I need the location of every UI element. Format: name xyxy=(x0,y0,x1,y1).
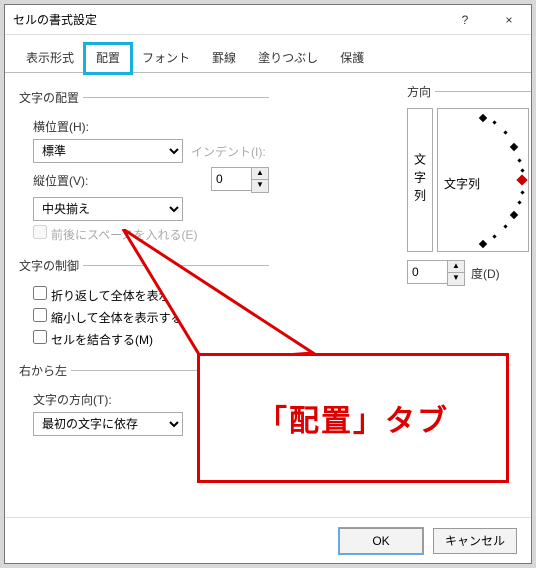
merge-checkbox[interactable] xyxy=(33,330,47,344)
degree-spinner[interactable]: ▲▼ xyxy=(407,260,465,286)
degree-input[interactable] xyxy=(407,260,447,284)
window-title: セルの書式設定 xyxy=(13,11,443,28)
dialog-content: 文字の配置 横位置(H): 標準 インデント(I): 縦位置(V): ▲▼ 中央… xyxy=(5,73,531,517)
vert-label: 縦位置(V): xyxy=(33,172,88,189)
textdir-select[interactable]: 最初の文字に依存 xyxy=(33,412,183,436)
justify-distrib-row: 前後にスペースを入れる(E) xyxy=(33,225,198,243)
tab-fill[interactable]: 塗りつぶし xyxy=(247,44,329,73)
indent-spinner[interactable]: ▲▼ xyxy=(211,167,269,193)
annotation-text: 「配置」タブ xyxy=(257,396,449,440)
orientation-vertical-button[interactable]: 文字列 xyxy=(407,108,433,252)
titlebar: セルの書式設定 ? × xyxy=(5,5,531,35)
help-button[interactable]: ? xyxy=(443,5,487,35)
horiz-label: 横位置(H): xyxy=(33,118,89,135)
tab-number[interactable]: 表示形式 xyxy=(15,44,85,73)
justify-checkbox xyxy=(33,225,47,239)
spin-up-icon[interactable]: ▲ xyxy=(448,261,464,273)
close-button[interactable]: × xyxy=(487,5,531,35)
wrap-row[interactable]: 折り返して全体を表示する(W) xyxy=(33,286,214,304)
group-alignment: 文字の配置 横位置(H): 標準 インデント(I): 縦位置(V): ▲▼ 中央… xyxy=(19,89,269,247)
group-control: 文字の制御 折り返して全体を表示する(W) 縮小して全体を表示する(K) セルを… xyxy=(19,257,269,352)
annotation-callout: 「配置」タブ xyxy=(197,353,509,483)
group-orientation-legend: 方向 xyxy=(407,83,435,100)
orientation-handle-icon[interactable] xyxy=(516,174,527,185)
spin-down-icon[interactable]: ▼ xyxy=(252,180,268,192)
group-rtl-legend: 右から左 xyxy=(19,362,71,379)
group-orientation: 方向 文字列 文字列 xyxy=(407,83,531,296)
horiz-select[interactable]: 標準 xyxy=(33,139,183,163)
wrap-checkbox[interactable] xyxy=(33,286,47,300)
tab-protection[interactable]: 保護 xyxy=(329,44,375,73)
spin-down-icon[interactable]: ▼ xyxy=(448,273,464,285)
group-alignment-legend: 文字の配置 xyxy=(19,89,83,106)
tab-strip: 表示形式 配置 フォント 罫線 塗りつぶし 保護 xyxy=(5,35,531,73)
shrink-checkbox[interactable] xyxy=(33,308,47,322)
spin-up-icon[interactable]: ▲ xyxy=(252,168,268,180)
indent-input[interactable] xyxy=(211,167,251,191)
cancel-button[interactable]: キャンセル xyxy=(433,528,517,554)
dialog-footer: OK キャンセル xyxy=(5,517,531,563)
group-control-legend: 文字の制御 xyxy=(19,257,83,274)
format-cells-dialog: セルの書式設定 ? × 表示形式 配置 フォント 罫線 塗りつぶし 保護 文字の… xyxy=(4,4,532,564)
degree-label: 度(D) xyxy=(471,265,500,282)
ok-button[interactable]: OK xyxy=(339,528,423,554)
textdir-label: 文字の方向(T): xyxy=(33,391,112,408)
orientation-dial[interactable]: 文字列 xyxy=(437,108,529,252)
tab-border[interactable]: 罫線 xyxy=(201,44,247,73)
indent-label: インデント(I): xyxy=(191,143,266,160)
merge-row[interactable]: セルを結合する(M) xyxy=(33,330,153,348)
tab-alignment[interactable]: 配置 xyxy=(85,44,131,73)
vert-select[interactable]: 中央揃え xyxy=(33,197,183,221)
tab-font[interactable]: フォント xyxy=(131,44,201,73)
shrink-row[interactable]: 縮小して全体を表示する(K) xyxy=(33,308,199,326)
